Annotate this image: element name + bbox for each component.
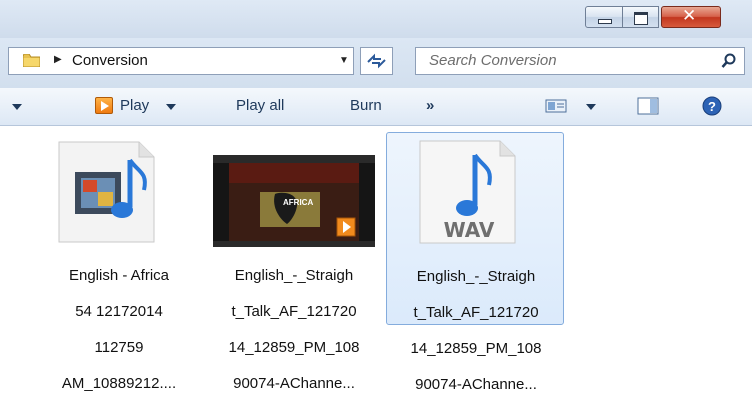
video-thumbnail: AFRICA [213, 155, 375, 247]
file-name-label: English - Africa 54 12172014 112759 AM_1… [34, 249, 204, 393]
address-bar[interactable]: ▶ Conversion ▼ [8, 47, 354, 75]
svg-text:?: ? [708, 99, 716, 114]
search-icon[interactable] [721, 53, 737, 69]
change-view-icon[interactable] [545, 98, 567, 114]
breadcrumb-arrow-icon[interactable]: ▶ [54, 54, 62, 65]
refresh-button[interactable] [360, 47, 393, 75]
view-dropdown-icon[interactable] [586, 104, 596, 110]
file-name-line: English - Africa [68, 267, 170, 284]
file-name-line: English_-_Straigh [416, 268, 536, 285]
wav-badge: WAV [444, 218, 495, 242]
thumbnail-caption: AFRICA [283, 198, 313, 207]
command-bar: Play Play all Burn » ? [0, 88, 752, 126]
organize-dropdown-icon[interactable] [12, 104, 22, 110]
play-button[interactable]: Play [120, 97, 149, 114]
play-dropdown-icon[interactable] [166, 104, 176, 110]
file-name-line: AM_10889212.... [61, 375, 177, 392]
file-name-line: 90074-AChanne... [415, 376, 537, 393]
file-item[interactable]: English - Africa 54 12172014 112759 AM_1… [30, 132, 208, 392]
file-name-line: 14_12859_PM_108 [228, 339, 360, 356]
minimize-button[interactable] [585, 6, 623, 28]
file-list: English - Africa 54 12172014 112759 AM_1… [0, 126, 752, 393]
file-item-selected[interactable]: WAV English_-_Straigh t_Talk_AF_121720 1… [386, 132, 564, 393]
play-icon[interactable] [95, 97, 113, 114]
address-row: ▶ Conversion ▼ Search Conversion [0, 38, 752, 88]
file-name-line: t_Talk_AF_121720 [413, 304, 539, 321]
audio-file-icon [58, 141, 155, 243]
minimize-icon [598, 19, 612, 24]
preview-pane-icon[interactable] [637, 97, 659, 115]
maximize-button[interactable] [623, 6, 659, 28]
address-dropdown-icon[interactable]: ▼ [339, 55, 349, 66]
file-name-line: t_Talk_AF_121720 [231, 303, 357, 320]
file-name-line: 14_12859_PM_108 [410, 340, 542, 357]
maximize-icon [634, 12, 648, 25]
more-commands-button[interactable]: » [426, 97, 434, 114]
title-bar: ✕ [0, 0, 752, 38]
close-button[interactable]: ✕ [661, 6, 721, 28]
search-box[interactable]: Search Conversion [415, 47, 745, 75]
wav-file-icon: WAV [419, 140, 516, 244]
file-item[interactable]: AFRICA English_-_Straigh t_Talk_AF_12172… [205, 132, 383, 392]
file-name-label: English_-_Straigh t_Talk_AF_121720 14_12… [391, 250, 561, 394]
file-name-line: English_-_Straigh [234, 267, 354, 284]
refresh-icon [367, 53, 386, 69]
file-name-label: English_-_Straigh t_Talk_AF_121720 14_12… [209, 249, 379, 393]
play-all-button[interactable]: Play all [236, 97, 284, 114]
burn-button[interactable]: Burn [350, 97, 382, 114]
file-name-line: 54 12172014 [75, 303, 163, 320]
file-name-line: 112759 [94, 339, 144, 356]
close-icon: ✕ [682, 6, 697, 26]
folder-icon [23, 54, 40, 67]
help-icon[interactable]: ? [702, 96, 722, 116]
file-name-line: 90074-AChanne... [233, 375, 355, 392]
search-input[interactable]: Search Conversion [429, 52, 557, 69]
breadcrumb-conversion[interactable]: Conversion [72, 52, 148, 69]
